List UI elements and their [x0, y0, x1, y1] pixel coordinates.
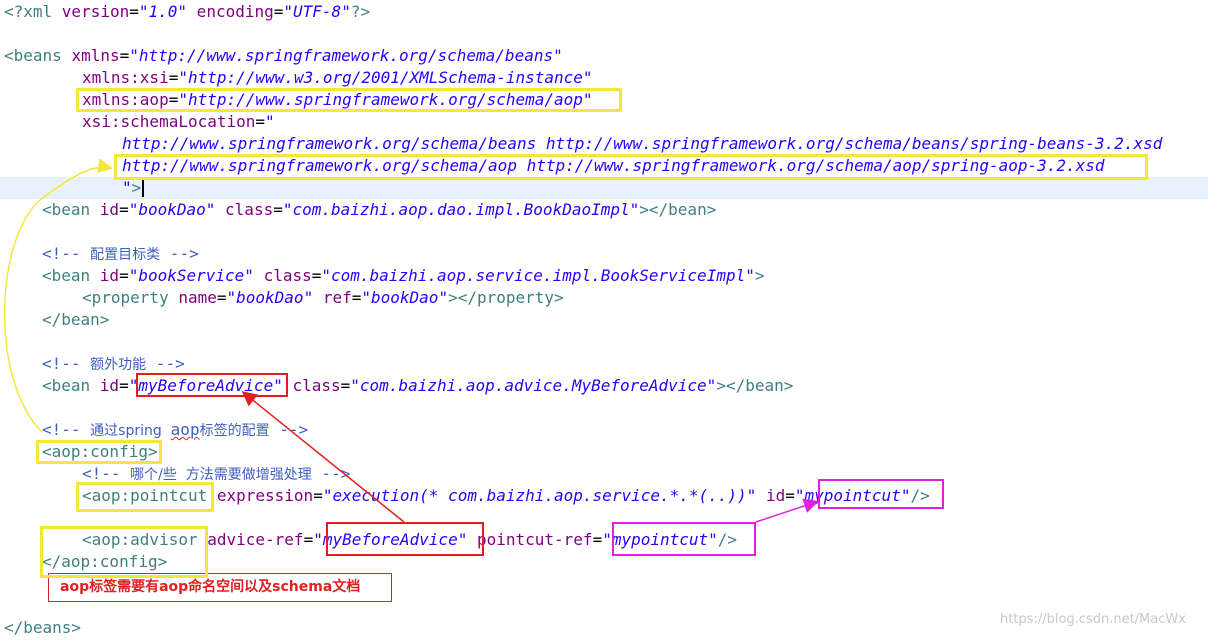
annotation-arrows [3, 158, 819, 523]
yellow-arrow [3, 158, 113, 433]
red-arrow [241, 391, 405, 523]
magenta-arrow [755, 498, 819, 523]
